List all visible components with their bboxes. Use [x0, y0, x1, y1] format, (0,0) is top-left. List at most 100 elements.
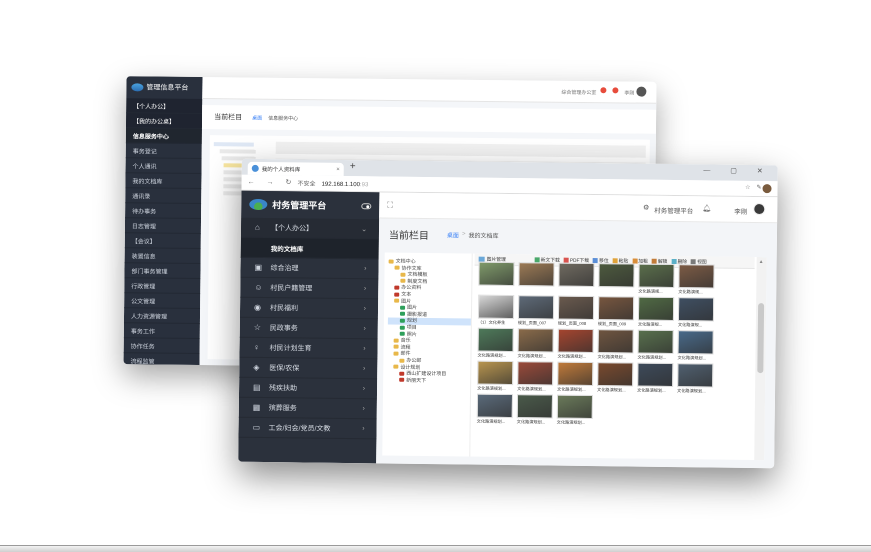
sidebar-item[interactable]: ▣ 综合治理 ›	[240, 257, 379, 280]
thumbnail-label: 文化路演规划...	[557, 353, 587, 359]
thumbnail-item[interactable]: 文化路演规...	[638, 263, 675, 294]
thumbnail-image	[517, 295, 555, 320]
back-menu-item[interactable]: 行政管理	[124, 278, 201, 295]
back-menu-item[interactable]: 待办事务	[125, 203, 202, 220]
org-label[interactable]: 村务管理平台	[654, 205, 693, 215]
window-controls[interactable]: — ▢ ✕	[703, 166, 771, 175]
back-menu-item[interactable]: 公文管理	[124, 293, 201, 310]
back-menu-item[interactable]: 事务登记	[125, 143, 202, 160]
back-menu-item[interactable]: 【我的办公桌】	[125, 113, 203, 130]
crumb-home[interactable]: 桌面	[447, 230, 459, 239]
sidebar-item-label: 医保/农保	[269, 364, 300, 372]
back-menu-item[interactable]: 人力资源管理	[123, 308, 201, 325]
back-menu-item[interactable]: 协作任务	[123, 338, 200, 355]
thumbnail-item[interactable]: 文化路演规划...	[677, 330, 714, 361]
scroll-up-icon[interactable]: ▲	[759, 259, 764, 265]
thumbnail-item[interactable]: 文化路演规划...	[517, 361, 554, 391]
scrollbar[interactable]: ▲	[754, 257, 767, 461]
sidebar-toggle[interactable]	[361, 202, 372, 209]
tree-node-label: 文档中心	[395, 258, 416, 265]
back-menu-item[interactable]: 通讯录	[125, 188, 202, 205]
back-menu-item[interactable]: 装置信息	[124, 248, 201, 265]
sidebar-item[interactable]: ♀ 村民计划生育 ›	[239, 337, 378, 360]
back-menu-item[interactable]: 事务工作	[123, 323, 200, 340]
thumbnail-item[interactable]: 文化路演规划...	[557, 361, 594, 392]
sidebar-item[interactable]: ☆ 民政事务 ›	[239, 317, 378, 340]
folder-icon	[393, 351, 399, 356]
tree-node-label: 规划	[406, 318, 417, 325]
back-menu-item[interactable]: 【个人办公】	[126, 98, 203, 115]
sidebar: 村务管理平台 ⌂ 【个人办公】 ⌄ 我的文档库 ▣ 综合治理 › ☺ 村民户籍管理 › ◉ 村民福利 ›…	[238, 190, 380, 464]
thumbnail-item[interactable]: 文化路演规划...	[637, 362, 674, 393]
back-menu-item[interactable]: 我的文档库	[125, 173, 202, 190]
scroll-thumb[interactable]	[757, 303, 765, 374]
close-tab-icon[interactable]: ×	[336, 166, 340, 172]
back-menu-item[interactable]: 流程监管	[123, 353, 200, 370]
folder-icon	[400, 279, 406, 284]
thumbnail-item[interactable]: 规划_页面_009	[598, 296, 635, 326]
back-menu-item[interactable]: 日志管理	[124, 218, 202, 235]
browser-profile-avatar[interactable]	[762, 184, 772, 194]
nav-buttons[interactable]: ← → ↻	[248, 178, 297, 187]
thumbnail-item[interactable]: 文化路演规...	[637, 296, 675, 327]
thumbnail-item[interactable]: 文化路演规划...	[597, 329, 634, 360]
tree-node[interactable]: 新丽天下	[387, 377, 470, 385]
sidebar-item[interactable]: ▭ 工会/妇会/党员/文教 ›	[238, 417, 377, 440]
back-crumb-current: 信息服务中心	[268, 115, 299, 122]
url-field[interactable]: 不安全 192.168.1.100:93	[298, 178, 369, 188]
thumbnail-label: 文化路演规划...	[556, 419, 586, 425]
thumbnail-item[interactable]	[518, 262, 555, 292]
thumbnail-item[interactable]	[478, 261, 515, 292]
folder-icon	[394, 298, 400, 303]
chevron-right-icon: ›	[363, 305, 367, 313]
sidebar-item[interactable]: ◉ 村民福利 ›	[239, 297, 379, 320]
thumbnail-item[interactable]: 文化路演规划...	[517, 328, 554, 358]
thumbnail-item[interactable]: 文化路演规划...	[477, 393, 514, 424]
user-name[interactable]: 李刚	[734, 206, 747, 216]
thumbnail-item[interactable]: 文化路演规...	[678, 297, 715, 327]
tree-node-label: 新丽天下	[406, 377, 427, 384]
thumbnail-item[interactable]	[598, 263, 635, 293]
bell-icon[interactable]: 🔔︎	[702, 204, 711, 212]
new-tab-button[interactable]: +	[350, 161, 356, 172]
fullscreen-icon[interactable]: ⛶	[387, 201, 393, 211]
thumbnail-item[interactable]: 规划_页面_008	[558, 295, 595, 326]
browser-tab[interactable]: 我的个人资料库 ×	[247, 161, 344, 176]
back-notify-dot-icon[interactable]	[600, 87, 607, 94]
back-menu-item[interactable]: 个人通讯	[125, 158, 202, 175]
thumbnail-item[interactable]: 文化路演规划...	[677, 363, 714, 393]
star-icon[interactable]: ☆	[745, 185, 756, 191]
thumbnail-item[interactable]: （1）文化养生	[478, 294, 515, 325]
back-crumb-home[interactable]: 桌面	[252, 114, 262, 121]
sidebar-item[interactable]: ⌂ 【个人办公】 ⌄	[240, 217, 380, 240]
back-menu-item[interactable]: 信息服务中心	[125, 128, 202, 145]
sidebar-menu: ⌂ 【个人办公】 ⌄ 我的文档库 ▣ 综合治理 › ☺ 村民户籍管理 › ◉ 村民福利 › ☆ 民政事务 › ♀…	[238, 217, 380, 440]
thumbnail-label: 规划_页面_007	[517, 320, 547, 326]
sidebar-item[interactable]: ◈ 医保/农保 ›	[239, 357, 378, 380]
back-avatar[interactable]	[636, 86, 647, 97]
thumbnail-item[interactable]	[558, 262, 595, 293]
sidebar-item[interactable]: ☺ 村民户籍管理 ›	[240, 277, 379, 300]
sidebar-item[interactable]: ▤ 残疾扶助 ›	[238, 377, 378, 400]
thumbnail-item[interactable]: 规划_页面_007	[517, 295, 555, 326]
avatar[interactable]	[753, 202, 766, 216]
sidebar-item[interactable]: 我的文档库	[240, 237, 379, 260]
thumbnail-item[interactable]: 文化路演规划...	[517, 394, 554, 424]
thumbnail-item[interactable]: 文化路演规...	[678, 264, 715, 294]
thumbnail-item[interactable]: 文化路演规划...	[477, 360, 514, 391]
thumbnail-label: 文化路演规划...	[677, 355, 707, 361]
back-mail-dot-icon[interactable]	[612, 87, 619, 94]
thumbnail-item[interactable]: 文化路演规划...	[557, 328, 594, 359]
folder-icon	[393, 338, 399, 343]
thumbnail-label: 文化路演规划...	[597, 354, 627, 360]
thumbnail-image	[637, 296, 675, 322]
thumbnail-image	[557, 361, 594, 387]
thumbnail-item[interactable]: 文化路演规划...	[556, 394, 594, 425]
thumbnail-item[interactable]: 文化路演规划...	[477, 327, 514, 358]
back-menu-item[interactable]: 【会议】	[124, 233, 201, 250]
sidebar-item[interactable]: ▦ 殡葬服务 ›	[238, 397, 377, 420]
thumbnail-item[interactable]: 文化路演规划...	[597, 362, 634, 392]
back-user[interactable]: 李刚	[624, 89, 634, 96]
back-menu-item[interactable]: 部门事务管理	[124, 263, 201, 280]
thumbnail-item[interactable]: 文化路演规划...	[637, 329, 674, 360]
